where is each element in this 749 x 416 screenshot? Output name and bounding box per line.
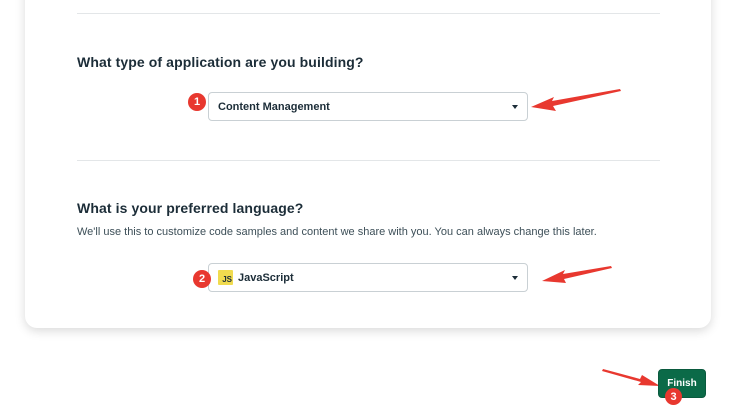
app-type-question: What type of application are you buildin… xyxy=(77,54,364,70)
onboarding-card: What type of application are you buildin… xyxy=(25,0,711,328)
middle-divider xyxy=(77,160,660,161)
language-selected-value: JavaScript xyxy=(238,271,294,284)
chevron-down-icon xyxy=(512,276,518,280)
chevron-down-icon xyxy=(512,105,518,109)
app-type-selected-value: Content Management xyxy=(218,100,330,113)
language-helper-text: We'll use this to customize code samples… xyxy=(77,226,597,238)
language-question: What is your preferred language? xyxy=(77,200,304,216)
top-divider xyxy=(77,13,660,14)
app-type-select[interactable]: Content Management xyxy=(208,92,528,121)
annotation-badge-3: 3 xyxy=(665,388,682,405)
annotation-badge-2: 2 xyxy=(193,270,211,288)
language-select[interactable]: JS JavaScript xyxy=(208,263,528,292)
red-arrow-icon xyxy=(602,369,660,386)
annotation-badge-1: 1 xyxy=(188,93,206,111)
javascript-icon: JS xyxy=(218,270,233,285)
